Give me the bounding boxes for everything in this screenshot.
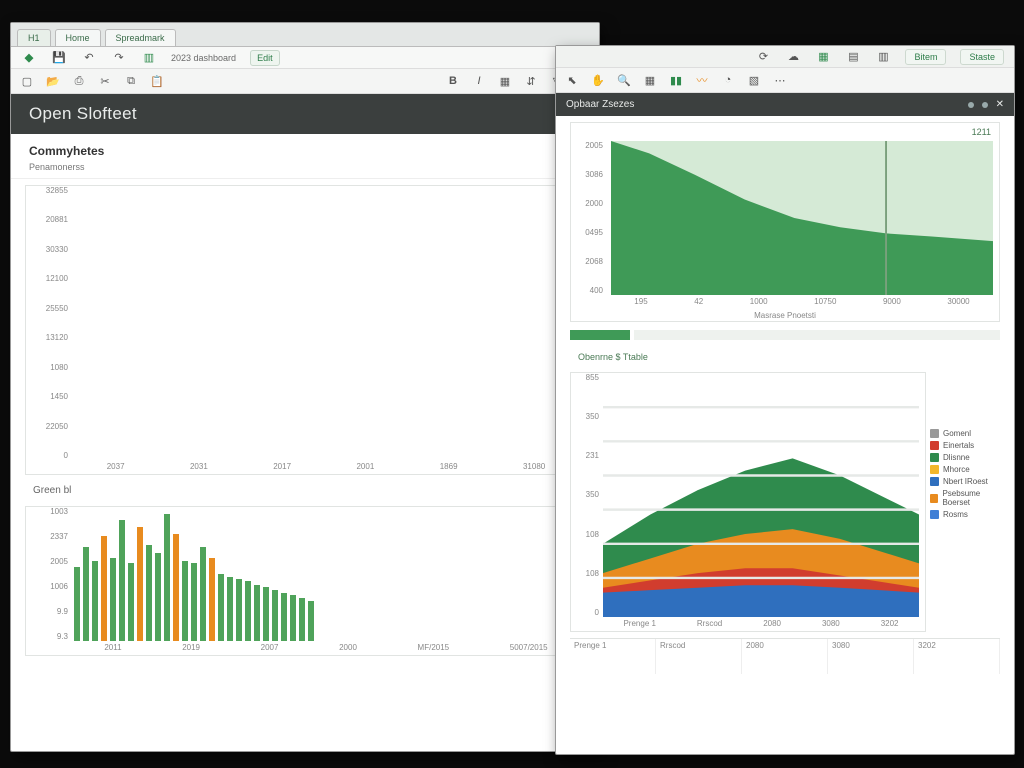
mode-pill[interactable]: Edit	[250, 50, 280, 66]
app-icon: ◆	[21, 50, 37, 66]
legend: Gomenl Einertals Dlisnne Mhorce Nbert IR…	[930, 426, 1006, 522]
area-title: 1211	[571, 123, 999, 141]
legend-item: Rosms	[943, 510, 968, 519]
sheet-icon[interactable]: ▥	[875, 49, 891, 65]
bar-columns	[74, 186, 578, 460]
toolbar-b: ⬉ ✋ 🔍 ▦ ▮▮ 〰 ◔ ▧ ⋯	[556, 68, 1014, 93]
stacked-svg	[603, 373, 919, 617]
x-label: Masrase Pnoetsti	[571, 309, 999, 322]
page-title-bar: Open Slofteet	[11, 94, 599, 134]
tab-home[interactable]: Home	[55, 29, 101, 46]
grid-icon[interactable]: ▦	[815, 49, 831, 65]
dot-icon[interactable]	[982, 102, 988, 108]
refresh-icon[interactable]: ⟳	[755, 49, 771, 65]
stacked-title: Obenrne $ Ttable	[570, 348, 1000, 366]
italic-icon[interactable]: I	[471, 73, 487, 89]
cut-icon[interactable]: ✂	[97, 73, 113, 89]
print-icon[interactable]: ⎙	[71, 73, 87, 89]
y-axis-stacked: 855 350 231 350 108 108 0	[573, 373, 603, 617]
pointer-icon[interactable]: ⬉	[564, 72, 580, 88]
x-axis-area: 195 42 1000 10750 9000 30000	[611, 297, 993, 309]
panel-title: Opbaar Zsezes	[566, 99, 634, 110]
palette-icon[interactable]: ▧	[746, 72, 762, 88]
sort-icon[interactable]: ⇵	[523, 73, 539, 89]
doc-icon[interactable]: ▤	[845, 49, 861, 65]
data-grid: Prenge 1 Rrscod 2080 3080 3202	[570, 638, 1000, 674]
copy-icon[interactable]: ⧉	[123, 73, 139, 89]
new-icon[interactable]: ▢	[19, 73, 35, 89]
section-title: Commyhetes	[11, 134, 599, 162]
legend-item: Einertals	[943, 441, 974, 450]
paste-icon[interactable]: 📋	[149, 73, 165, 89]
legend-item: Psebsume Boerset	[942, 489, 1006, 507]
save-icon[interactable]: 💾	[51, 50, 67, 66]
doc-title: 2023 dashboard	[171, 53, 236, 63]
table-icon[interactable]: ▦	[642, 72, 658, 88]
y-axis-mini: 1003 2337 2005 1006 9.9 9.3	[28, 507, 72, 641]
legend-item: Gomenl	[943, 429, 971, 438]
x-axis: 2037 2031 2017 2001 1869 31080	[74, 462, 578, 474]
mini-bar-columns	[74, 507, 578, 641]
open-icon[interactable]: 📂	[45, 73, 61, 89]
section-caption: Penamonerss	[11, 162, 599, 179]
tab-h1[interactable]: H1	[17, 29, 51, 46]
hand-icon[interactable]: ✋	[590, 72, 606, 88]
panel-header: Opbaar Zsezes ✕	[556, 93, 1014, 116]
dot-icon[interactable]	[968, 102, 974, 108]
chart-stacked-bar: 32855 20881 30330 12100 25550 13120 1080…	[25, 185, 585, 475]
linechart-icon[interactable]: 〰	[694, 72, 710, 88]
more-icon[interactable]: ⋯	[772, 72, 788, 88]
tab-spreadmark[interactable]: Spreadmark	[105, 29, 176, 46]
redo-icon[interactable]: ↷	[111, 50, 127, 66]
cloud-icon[interactable]: ☁	[785, 49, 801, 65]
y-axis-area: 2005 3086 2000 0495 2068 400	[573, 141, 607, 295]
x-axis-mini: 2011 2019 2007 2000 MF/2015 5007/2015	[74, 643, 578, 655]
fill-icon[interactable]: ▦	[497, 73, 513, 89]
progress-strip	[570, 330, 1000, 340]
legend-item: Dlisnne	[943, 453, 970, 462]
legend-item: Mhorce	[943, 465, 970, 474]
zoom-icon[interactable]: 🔍	[616, 72, 632, 88]
page-title: Open Slofteet	[29, 104, 137, 124]
chart-stacked-area: 855 350 231 350 108 108 0	[570, 372, 926, 632]
chart-mini-bars: 1003 2337 2005 1006 9.9 9.3 2011 2019 20…	[25, 506, 585, 656]
window-spreadsheet-b: ⟳ ☁ ▦ ▤ ▥ Bitem Staste ⬉ ✋ 🔍 ▦ ▮▮ 〰 ◔ ▧ …	[555, 45, 1015, 755]
chart-icon[interactable]: ▥	[141, 50, 157, 66]
menu-bar: ◆ 💾 ↶ ↷ ▥ 2023 dashboard Edit	[11, 47, 599, 69]
area-svg	[611, 141, 993, 295]
x-axis-stacked: Prenge 1 Rrscod 2080 3080 3202	[603, 619, 919, 631]
button-bitem[interactable]: Bitem	[905, 49, 946, 65]
y-axis: 32855 20881 30330 12100 25550 13120 1080…	[28, 186, 72, 460]
barchart-icon[interactable]: ▮▮	[668, 72, 684, 88]
legend-item: Nbert IRoest	[943, 477, 988, 486]
mini-chart-title: Green bl	[25, 481, 585, 500]
close-icon[interactable]: ✕	[996, 99, 1004, 110]
toolbar: ▢ 📂 ⎙ ✂ ⧉ 📋 B I ▦ ⇵ ▽ Σ	[11, 69, 599, 94]
undo-icon[interactable]: ↶	[81, 50, 97, 66]
chart-area-top: 1211 2005 3086 2000 0495 2068 400 195 42…	[570, 122, 1000, 322]
bold-icon[interactable]: B	[445, 73, 461, 89]
tabstrip: H1 Home Spreadmark	[11, 23, 599, 47]
menu-bar-b: ⟳ ☁ ▦ ▤ ▥ Bitem Staste	[556, 46, 1014, 68]
window-spreadsheet-a: H1 Home Spreadmark ◆ 💾 ↶ ↷ ▥ 2023 dashbo…	[10, 22, 600, 752]
piechart-icon[interactable]: ◔	[720, 72, 736, 88]
button-staste[interactable]: Staste	[960, 49, 1004, 65]
